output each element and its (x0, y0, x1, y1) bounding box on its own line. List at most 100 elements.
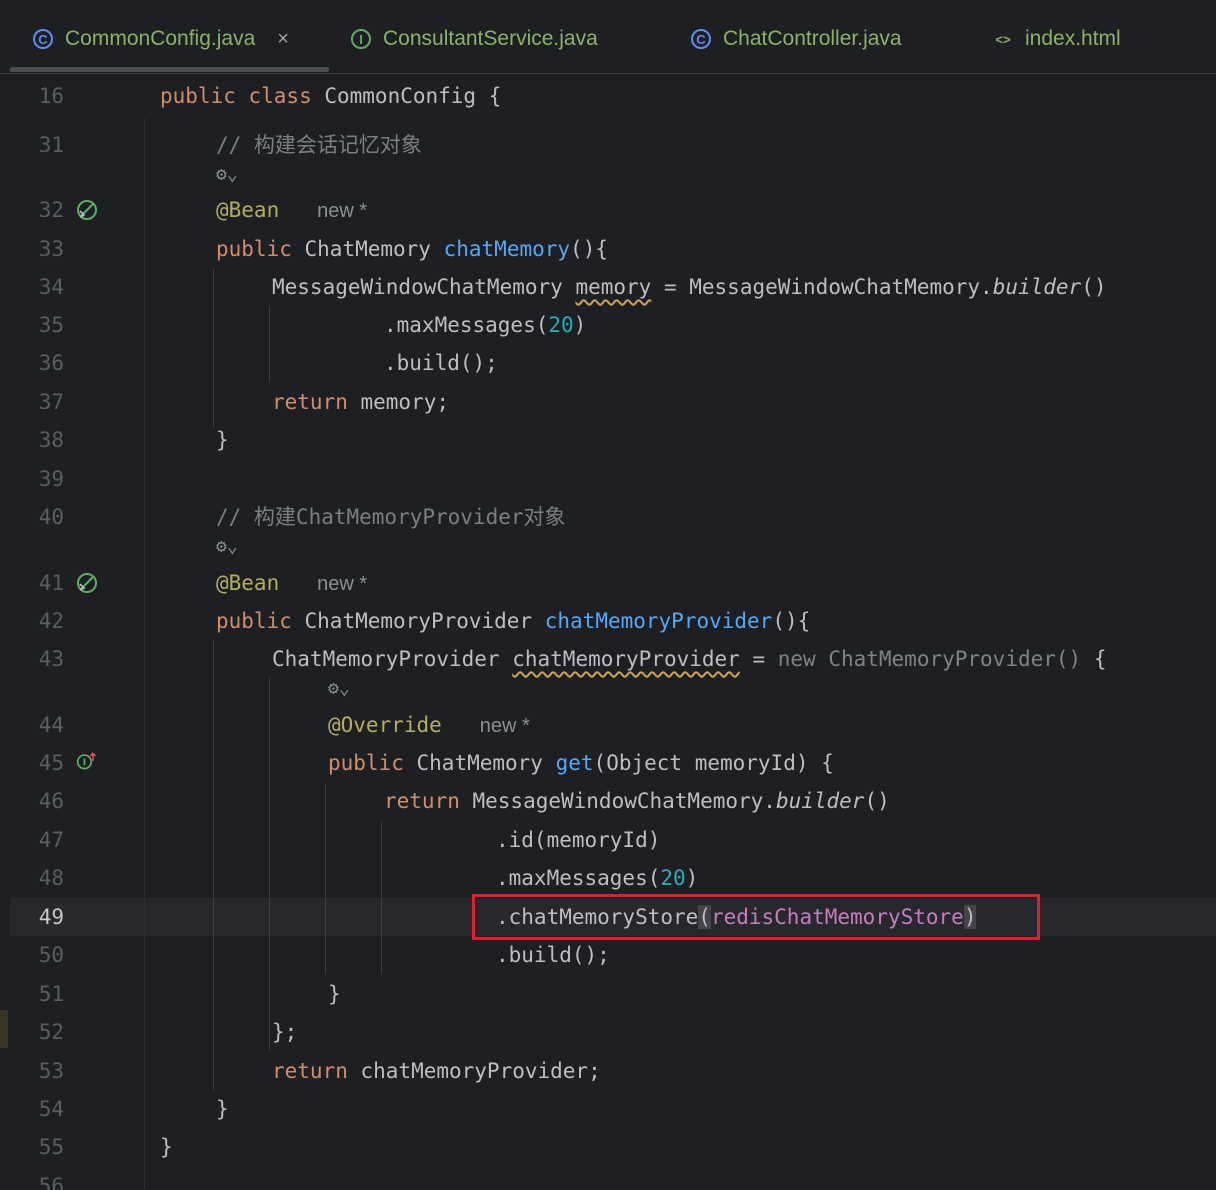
code-line-56[interactable]: 56 (10, 1167, 1216, 1190)
close-icon[interactable]: × (277, 28, 289, 51)
code-line-50[interactable]: 50 .build(); (10, 936, 1216, 974)
code-text: .build(); (496, 943, 610, 967)
ai-inlay-icon[interactable]: ⚙⌄ (216, 536, 238, 557)
line-number: 31 (38, 133, 64, 157)
code-line-47[interactable]: 47 .id(memoryId) (10, 821, 1216, 859)
method-signature: public ChatMemory get(Object memoryId) { (328, 751, 834, 775)
gutter-separator (144, 118, 145, 1190)
code-line-32[interactable]: 32 @Bean new * (10, 191, 1216, 229)
line-number: 35 (38, 313, 64, 337)
method-signature: public ChatMemoryProvider chatMemoryProv… (216, 609, 811, 633)
code-text: ChatMemoryProvider chatMemoryProvider = … (272, 647, 1107, 671)
line-number: 34 (38, 275, 64, 299)
line-number: 41 (38, 571, 64, 595)
line-number: 37 (38, 390, 64, 414)
code-text: .maxMessages(20) (496, 866, 699, 890)
line-number: 38 (38, 428, 64, 452)
line-number: 32 (38, 198, 64, 222)
highlight-box (472, 894, 1040, 940)
line-number: 50 (38, 943, 64, 967)
code-text: return MessageWindowChatMemory.builder() (384, 789, 890, 813)
line-number: 16 (38, 84, 64, 108)
ai-inlay-icon[interactable]: ⚙⌄ (216, 164, 238, 185)
line-number: 47 (38, 828, 64, 852)
tab-label: index.html (1025, 27, 1121, 50)
code-line-33[interactable]: 33 public ChatMemory chatMemory(){ (10, 230, 1216, 268)
code-line-44[interactable]: 44 @Override new * (10, 706, 1216, 744)
sticky-scroll-header[interactable]: 16 public class CommonConfig { (10, 74, 1216, 119)
annotation-line: @Bean new * (216, 571, 368, 595)
line-number: 48 (38, 866, 64, 890)
code-line-31[interactable]: 31 // 构建会话记忆对象 (10, 126, 1216, 164)
code-text: }; (272, 1020, 298, 1044)
code-line-35[interactable]: 35 .maxMessages(20) (10, 306, 1216, 344)
active-tab-indicator (10, 67, 329, 72)
tab-label: ConsultantService.java (383, 27, 598, 50)
code-line-51[interactable]: 51 } (10, 975, 1216, 1013)
code-line-37[interactable]: 37 return memory; (10, 383, 1216, 421)
interface-icon: I (351, 29, 371, 49)
code-text: } (216, 428, 229, 452)
line-number: 39 (38, 467, 64, 491)
line-number: 55 (38, 1135, 64, 1159)
ai-inlay-icon[interactable]: ⚙⌄ (328, 678, 350, 699)
code-text: .build(); (384, 351, 498, 375)
sticky-code: public class CommonConfig { (160, 84, 502, 108)
code-text: return memory; (272, 390, 450, 414)
tab-commonconfig[interactable]: C CommonConfig.java × (33, 22, 289, 56)
tab-consultantservice[interactable]: I ConsultantService.java (351, 22, 598, 56)
code-line-45[interactable]: 45 public ChatMemory get(Object memoryId… (10, 744, 1216, 782)
code-text: } (328, 982, 341, 1006)
code-text: .id(memoryId) (496, 828, 661, 852)
line-number: 33 (38, 237, 64, 261)
editor-tab-bar: C CommonConfig.java × I ConsultantServic… (0, 0, 1216, 74)
code-line-40[interactable]: 40 // 构建ChatMemoryProvider对象 (10, 498, 1216, 536)
code-line-39[interactable]: 39 (10, 460, 1216, 498)
method-signature: public ChatMemory chatMemory(){ (216, 237, 608, 261)
html-icon: <> (995, 31, 1011, 47)
line-number: 40 (38, 505, 64, 529)
comment: // 构建会话记忆对象 (216, 133, 422, 157)
line-number: 49 (38, 905, 64, 929)
line-number: 42 (38, 609, 64, 633)
implements-gutter-icon[interactable] (76, 750, 98, 772)
class-icon: C (691, 29, 711, 49)
code-line-38[interactable]: 38 } (10, 421, 1216, 459)
code-editor[interactable]: 31 // 构建会话记忆对象 ⚙⌄ 32 @Bean new * 33 publ… (10, 118, 1216, 1190)
change-marker (0, 1010, 8, 1048)
tab-index-html[interactable]: <> index.html (993, 22, 1121, 56)
line-number: 43 (38, 647, 64, 671)
line-number: 51 (38, 982, 64, 1006)
line-number: 46 (38, 789, 64, 813)
code-line-42[interactable]: 42 public ChatMemoryProvider chatMemoryP… (10, 602, 1216, 640)
bean-gutter-icon[interactable] (76, 572, 98, 594)
code-line-52[interactable]: 52 }; (10, 1013, 1216, 1051)
line-number: 56 (38, 1174, 64, 1190)
code-line-54[interactable]: 54 } (10, 1090, 1216, 1128)
line-number: 53 (38, 1059, 64, 1083)
code-text: .maxMessages(20) (384, 313, 587, 337)
annotation-line: @Override new * (328, 713, 530, 737)
line-number: 45 (38, 751, 64, 775)
code-text: MessageWindowChatMemory memory = Message… (272, 275, 1107, 299)
code-line-55[interactable]: 55 } (10, 1128, 1216, 1166)
tab-chatcontroller[interactable]: C ChatController.java (691, 22, 902, 56)
line-number: 44 (38, 713, 64, 737)
code-text: return chatMemoryProvider; (272, 1059, 601, 1083)
code-line-43[interactable]: 43 ChatMemoryProvider chatMemoryProvider… (10, 640, 1216, 678)
code-text: } (216, 1097, 229, 1121)
code-line-41[interactable]: 41 @Bean new * (10, 564, 1216, 602)
class-icon: C (33, 29, 53, 49)
code-line-46[interactable]: 46 return MessageWindowChatMemory.builde… (10, 782, 1216, 820)
line-number: 52 (38, 1020, 64, 1044)
line-number: 36 (38, 351, 64, 375)
annotation-line: @Bean new * (216, 198, 368, 222)
tab-label: CommonConfig.java (65, 27, 256, 50)
code-line-36[interactable]: 36 .build(); (10, 344, 1216, 382)
code-line-48[interactable]: 48 .maxMessages(20) (10, 859, 1216, 897)
line-number: 54 (38, 1097, 64, 1121)
bean-gutter-icon[interactable] (76, 199, 98, 221)
comment: // 构建ChatMemoryProvider对象 (216, 505, 566, 529)
code-line-53[interactable]: 53 return chatMemoryProvider; (10, 1052, 1216, 1090)
code-line-34[interactable]: 34 MessageWindowChatMemory memory = Mess… (10, 268, 1216, 306)
